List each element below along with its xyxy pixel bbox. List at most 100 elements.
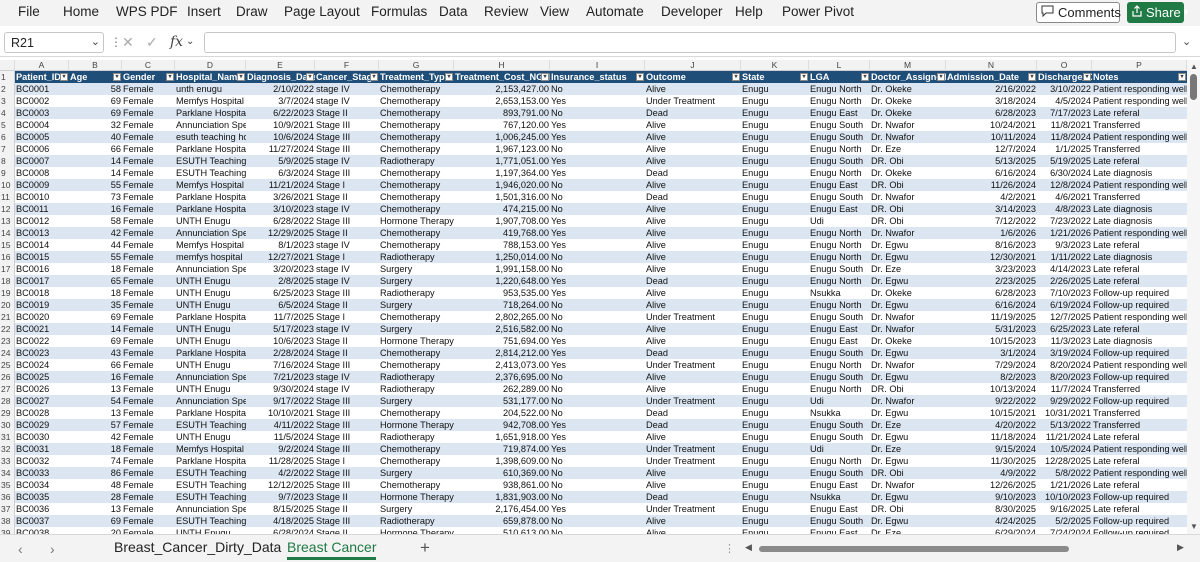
table-cell[interactable]: Yes <box>550 503 645 515</box>
table-cell[interactable]: Female <box>122 131 175 143</box>
table-cell[interactable]: ESUTH Teaching Ho <box>175 155 246 167</box>
row-header[interactable]: 8 <box>0 155 15 167</box>
column-header-c[interactable]: C <box>122 60 175 71</box>
table-cell[interactable]: BC0034 <box>15 479 69 491</box>
table-cell[interactable]: Dead <box>645 275 741 287</box>
table-cell[interactable]: Hormone Therapy <box>379 491 454 503</box>
table-cell[interactable]: 9/3/2023 <box>1037 239 1092 251</box>
row-header[interactable]: 26 <box>0 371 15 383</box>
table-cell[interactable]: Patient responding well <box>1092 131 1187 143</box>
table-cell[interactable]: Female <box>122 371 175 383</box>
table-cell[interactable]: 11/30/2025 <box>946 455 1037 467</box>
table-cell[interactable]: 1,651,918.00 <box>454 431 550 443</box>
table-cell[interactable]: Chemotherapy <box>379 455 454 467</box>
table-cell[interactable]: Annunciation Speci <box>175 263 246 275</box>
table-cell[interactable]: 11/8/2021 <box>1037 119 1092 131</box>
table-cell[interactable]: 16 <box>69 203 122 215</box>
table-cell[interactable]: BC0005 <box>15 131 69 143</box>
table-cell[interactable]: 6/19/2024 <box>1037 299 1092 311</box>
table-cell[interactable]: BC0001 <box>15 83 69 95</box>
table-cell[interactable]: Follow-up required <box>1092 395 1187 407</box>
table-cell[interactable]: Enugu <box>741 335 809 347</box>
table-cell[interactable]: Chemotherapy <box>379 443 454 455</box>
table-cell[interactable]: 66 <box>69 143 122 155</box>
table-cell[interactable]: DR. Obi <box>870 203 946 215</box>
table-cell[interactable]: Patient responding well <box>1092 83 1187 95</box>
table-cell[interactable]: 69 <box>69 515 122 527</box>
table-cell[interactable]: Yes <box>550 227 645 239</box>
table-cell[interactable]: 5/31/2023 <box>946 323 1037 335</box>
table-cell[interactable]: No <box>550 263 645 275</box>
table-cell[interactable]: Enugu North <box>809 383 870 395</box>
table-cell[interactable]: Enugu <box>741 371 809 383</box>
menu-home[interactable]: Home <box>63 4 99 19</box>
column-header-cell[interactable]: Patient_ID ▾ <box>15 71 69 83</box>
column-header-m[interactable]: M <box>870 60 946 71</box>
table-cell[interactable]: 54 <box>69 395 122 407</box>
filter-dropdown-icon[interactable]: ▾ <box>541 73 549 81</box>
table-cell[interactable]: BC0030 <box>15 431 69 443</box>
table-cell[interactable]: Transferred <box>1092 191 1187 203</box>
table-cell[interactable]: UNTH Enugu <box>175 215 246 227</box>
scroll-thumb[interactable] <box>1190 74 1197 100</box>
row-header[interactable]: 10 <box>0 179 15 191</box>
table-cell[interactable]: BC0023 <box>15 347 69 359</box>
table-cell[interactable]: BC0024 <box>15 359 69 371</box>
table-cell[interactable]: 1,220,648.00 <box>454 275 550 287</box>
table-cell[interactable]: 6/22/2023 <box>246 107 315 119</box>
table-cell[interactable]: BC0016 <box>15 263 69 275</box>
table-cell[interactable]: 6/16/2024 <box>946 167 1037 179</box>
column-header-n[interactable]: N <box>946 60 1037 71</box>
row-header[interactable]: 31 <box>0 431 15 443</box>
table-cell[interactable]: Udi <box>809 215 870 227</box>
table-cell[interactable]: UNTH Enugu <box>175 299 246 311</box>
table-cell[interactable]: stage IV <box>315 275 379 287</box>
table-cell[interactable]: Dr. Okeke <box>870 287 946 299</box>
table-cell[interactable]: No <box>550 191 645 203</box>
table-cell[interactable]: 262,289.00 <box>454 383 550 395</box>
table-cell[interactable]: Dead <box>645 407 741 419</box>
column-header-cell[interactable]: Diagnosis_Date ▾ <box>246 71 315 83</box>
table-cell[interactable]: UNTH Enugu <box>175 383 246 395</box>
row-header[interactable]: 22 <box>0 323 15 335</box>
table-cell[interactable]: Memfys Hospital <box>175 239 246 251</box>
table-cell[interactable]: Nsukka <box>809 491 870 503</box>
table-cell[interactable]: Radiotherapy <box>379 155 454 167</box>
table-cell[interactable]: 1/6/2026 <box>946 227 1037 239</box>
menu-power-pivot[interactable]: Power Pivot <box>782 4 854 19</box>
table-cell[interactable]: Enugu North <box>809 143 870 155</box>
row-header[interactable]: 35 <box>0 479 15 491</box>
table-cell[interactable]: Late referal <box>1092 323 1187 335</box>
filter-dropdown-icon[interactable]: ▾ <box>237 73 245 81</box>
table-cell[interactable]: Alive <box>645 155 741 167</box>
table-cell[interactable]: Enugu East <box>809 335 870 347</box>
table-cell[interactable]: No <box>550 299 645 311</box>
table-cell[interactable]: 18 <box>69 287 122 299</box>
table-cell[interactable]: 11/3/2023 <box>1037 335 1092 347</box>
table-cell[interactable]: No <box>550 515 645 527</box>
table-cell[interactable]: Hormone Therapy <box>379 419 454 431</box>
table-cell[interactable]: 4/9/2022 <box>946 467 1037 479</box>
table-cell[interactable]: Stage I <box>315 179 379 191</box>
table-cell[interactable]: Yes <box>550 359 645 371</box>
table-cell[interactable]: Under Treatment <box>645 95 741 107</box>
table-cell[interactable]: 11/28/2025 <box>246 455 315 467</box>
table-cell[interactable]: 6/25/2023 <box>1037 323 1092 335</box>
table-cell[interactable]: Late diagnosis <box>1092 203 1187 215</box>
menu-draw[interactable]: Draw <box>236 4 268 19</box>
table-cell[interactable]: Memfys Hospital <box>175 95 246 107</box>
table-cell[interactable]: Dr. Nwafor <box>870 311 946 323</box>
table-cell[interactable]: Enugu East <box>809 179 870 191</box>
table-cell[interactable]: 1,398,609.00 <box>454 455 550 467</box>
table-cell[interactable]: Dr. Okeke <box>870 167 946 179</box>
table-cell[interactable]: Transferred <box>1092 143 1187 155</box>
filter-dropdown-icon[interactable]: ▾ <box>1083 73 1091 81</box>
table-cell[interactable]: 6/28/2022 <box>246 215 315 227</box>
table-cell[interactable]: BC0028 <box>15 407 69 419</box>
table-cell[interactable]: Enugu <box>741 155 809 167</box>
table-cell[interactable]: Memfys Hospital <box>175 179 246 191</box>
table-cell[interactable]: ESUTH Teaching Ho <box>175 467 246 479</box>
table-cell[interactable]: No <box>550 407 645 419</box>
table-cell[interactable]: Dr. Egwu <box>870 251 946 263</box>
table-cell[interactable]: Chemotherapy <box>379 131 454 143</box>
